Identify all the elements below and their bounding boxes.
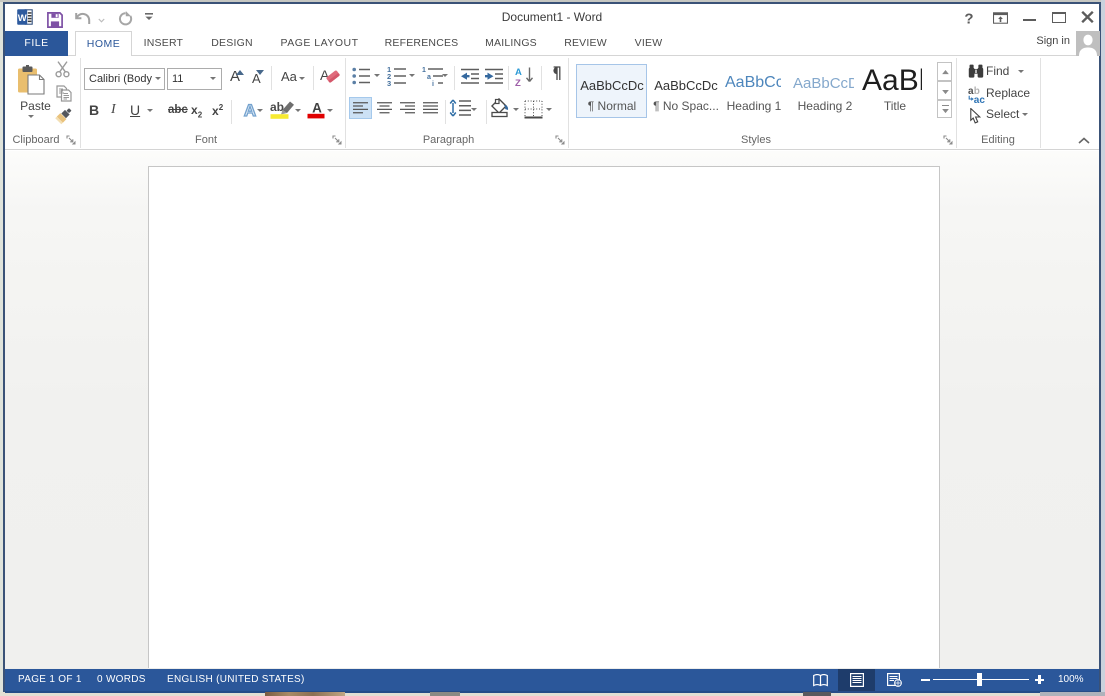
svg-text:a: a (427, 74, 431, 81)
svg-text:i: i (432, 81, 434, 86)
svg-text:ac: ac (973, 94, 985, 102)
svg-text:1: 1 (422, 67, 426, 74)
svg-text:A: A (312, 101, 322, 116)
svg-text:3: 3 (387, 79, 391, 86)
svg-text:A: A (244, 101, 256, 119)
svg-text:A: A (515, 67, 522, 78)
svg-text:?: ? (964, 11, 973, 26)
svg-text:Z: Z (515, 78, 521, 87)
